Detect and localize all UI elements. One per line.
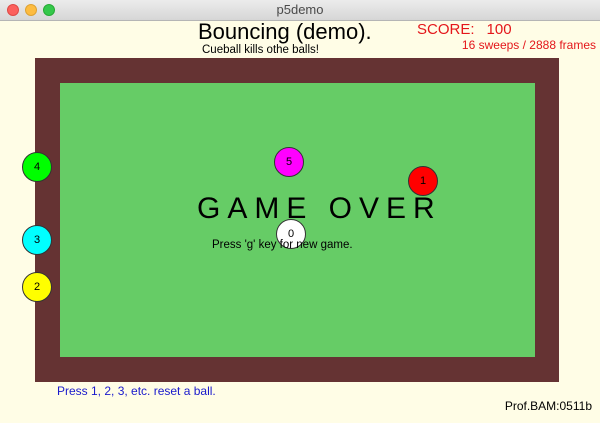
score-display: SCORE: 100 bbox=[417, 21, 512, 38]
score-value: 100 bbox=[486, 21, 512, 38]
ball-4: 4 bbox=[22, 152, 52, 182]
reset-ball-hint: Press 1, 2, 3, etc. reset a ball. bbox=[57, 384, 216, 398]
ball-2: 2 bbox=[22, 272, 52, 302]
ball-3: 3 bbox=[22, 225, 52, 255]
author-signature: Prof.BAM:0511b bbox=[504, 399, 592, 413]
ball-5: 5 bbox=[274, 147, 304, 177]
new-game-hint: Press 'g' key for new game. bbox=[212, 239, 353, 251]
score-label: SCORE: bbox=[417, 21, 475, 38]
title-bar[interactable]: p5demo bbox=[0, 0, 600, 21]
ball-label: 3 bbox=[33, 234, 41, 246]
sweeps-frames-counter: 16 sweeps / 2888 frames bbox=[461, 38, 596, 52]
game-title: Bouncing (demo). bbox=[198, 19, 372, 44]
ball-label: 4 bbox=[33, 161, 41, 173]
app-window: p5demo Bouncing (demo). Cueball kills ot… bbox=[0, 0, 600, 423]
ball-label: 5 bbox=[285, 156, 293, 168]
ball-label: 1 bbox=[419, 175, 427, 187]
game-over-text: GAME OVER bbox=[197, 192, 442, 225]
game-canvas[interactable]: Bouncing (demo). Cueball kills othe ball… bbox=[0, 19, 600, 423]
ball-label: 2 bbox=[33, 281, 41, 293]
game-subtitle: Cueball kills othe balls! bbox=[202, 44, 319, 56]
window-title: p5demo bbox=[276, 2, 324, 17]
